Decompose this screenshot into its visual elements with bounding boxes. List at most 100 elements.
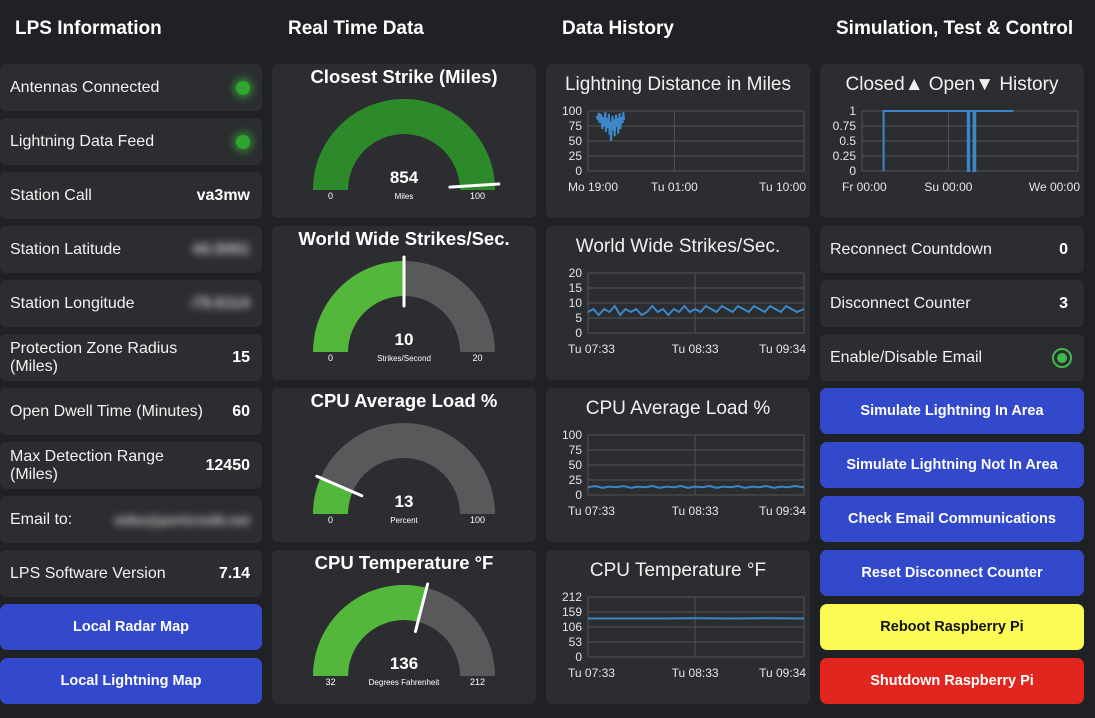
- gauge-value: 10: [395, 330, 414, 349]
- y-tick-label: 0: [849, 164, 856, 178]
- gauge-fill: [313, 261, 404, 352]
- cpu-load-gauge: 13 Percent 0 100: [313, 423, 495, 525]
- x-tick-label: Tu 07:33: [568, 342, 615, 356]
- gauge-min-label: 0: [328, 353, 333, 363]
- protection-zone-radius-label: Protection Zone Radius (Miles): [10, 339, 178, 375]
- y-tick-label: 75: [569, 443, 583, 457]
- disconnect-counter-label: Disconnect Counter: [830, 294, 971, 312]
- disconnect-counter-row: Disconnect Counter 3: [820, 280, 1084, 327]
- gauge-value: 13: [395, 492, 414, 511]
- x-tick-label: Tu 09:34: [759, 504, 806, 518]
- gauge-card-cpu-load: CPU Average Load % 13 Percent 0 100: [272, 388, 536, 542]
- software-version-label: LPS Software Version: [10, 564, 166, 582]
- y-tick-label: 159: [562, 605, 582, 619]
- max-detection-range-label: Max Detection Range (Miles): [10, 447, 164, 483]
- y-tick-label: 100: [562, 104, 582, 118]
- chart-card-closed-open-history: Closed▲ Open▼ History 1 0.75 0.5 0.25 0 Fr 00…: [820, 64, 1084, 218]
- cpu-temperature-gauge: 136 Degrees Fahrenheit 32 212: [313, 582, 495, 687]
- reset-disconnect-counter-button[interactable]: Reset Disconnect Counter: [820, 550, 1084, 596]
- gauge-min-label: 32: [325, 677, 335, 687]
- y-tick-label: 0: [575, 650, 582, 664]
- y-tick-label: 1: [849, 104, 856, 118]
- check-email-communications-button[interactable]: Check Email Communications: [820, 496, 1084, 542]
- chart-card-cpu-load: CPU Average Load % 100 75 50 25 0 Tu 07:33 Tu …: [546, 388, 810, 542]
- email-to-row: Email to: mike@portcredit.net: [0, 496, 262, 543]
- series-line: [587, 484, 805, 489]
- column-header-data-history: Data History: [562, 18, 674, 39]
- chart-card-cpu-temperature: CPU Temperature °F 212 159 106 53 0 Tu 07:33 T…: [546, 550, 810, 704]
- email-toggle-radio[interactable]: [1052, 347, 1072, 368]
- gauge-value: 854: [390, 168, 419, 187]
- station-longitude-value: -79.6114: [187, 294, 250, 312]
- y-tick-label: 5: [575, 311, 582, 325]
- y-tick-label: 0: [575, 488, 582, 502]
- y-tick-label: 0.75: [833, 119, 857, 133]
- gauge-value: 136: [390, 654, 418, 673]
- shutdown-raspberry-pi-button[interactable]: Shutdown Raspberry Pi: [820, 658, 1084, 704]
- x-tick-label: Su 00:00: [924, 180, 972, 194]
- simulate-lightning-not-in-area-button[interactable]: Simulate Lightning Not In Area: [820, 442, 1084, 488]
- x-tick-label: Tu 08:33: [672, 666, 719, 680]
- y-tick-label: 212: [562, 590, 582, 604]
- station-latitude-label: Station Latitude: [10, 240, 122, 258]
- y-tick-label: 50: [569, 134, 583, 148]
- gauge-card-world-wide-strikes: World Wide Strikes/Sec. 10 Strikes/Second…: [272, 226, 536, 380]
- gauge-min-label: 0: [328, 191, 333, 201]
- reconnect-countdown-value: 0: [1059, 240, 1068, 258]
- gauge-max-label: 212: [470, 677, 485, 687]
- reconnect-countdown-label: Reconnect Countdown: [830, 240, 992, 258]
- column-header-real-time-data: Real Time Data: [288, 18, 424, 39]
- y-tick-label: 53: [569, 635, 583, 649]
- gauge-unit: Strikes/Second: [377, 354, 431, 363]
- x-tick-label: Tu 07:33: [568, 666, 615, 680]
- protection-zone-radius-value: 15: [232, 348, 250, 366]
- simulate-lightning-in-area-button[interactable]: Simulate Lightning In Area: [820, 388, 1084, 434]
- x-tick-label: We 00:00: [1029, 180, 1080, 194]
- x-tick-label: Fr 00:00: [842, 180, 887, 194]
- cpu-load-chart: 1007550250 Tu 07:33 Tu 08:33 Tu 09:34: [562, 428, 806, 518]
- local-radar-map-button[interactable]: Local Radar Map: [0, 604, 262, 650]
- column-header-simulation-test-control: Simulation, Test & Control: [836, 18, 1074, 39]
- x-tick-label: Tu 08:33: [672, 342, 719, 356]
- station-longitude-row: Station Longitude -79.6114: [0, 280, 262, 327]
- x-tick-label: Mo 19:00: [568, 180, 618, 194]
- x-tick-label: Tu 09:34: [759, 666, 806, 680]
- station-longitude-label: Station Longitude: [10, 294, 135, 312]
- enable-disable-email-row: Enable/Disable Email: [820, 334, 1084, 381]
- series-line: [595, 112, 625, 142]
- gauge-unit: Miles: [395, 192, 414, 201]
- chart-card-lightning-distance: Lightning Distance in Miles 100 75 50 25 0 Mo…: [546, 64, 810, 218]
- lightning-distance-chart: 1007550250 Mo 19:00 Tu 01:00 Tu 10:00: [562, 104, 806, 194]
- y-tick-label: 10: [569, 296, 583, 310]
- gauge-unit: Percent: [390, 516, 418, 525]
- station-latitude-row: Station Latitude 44.5061: [0, 226, 262, 273]
- column-header-lps-information: LPS Information: [15, 18, 162, 39]
- gauge-max-label: 100: [470, 515, 485, 525]
- station-call-row: Station Call va3mw: [0, 172, 262, 219]
- x-tick-label: Tu 08:33: [672, 504, 719, 518]
- world-wide-strikes-chart: 20151050 Tu 07:33 Tu 08:33 Tu 09:34: [568, 266, 806, 356]
- enable-disable-email-label: Enable/Disable Email: [830, 348, 983, 366]
- y-tick-label: 50: [569, 458, 583, 472]
- gauge-max-label: 20: [472, 353, 482, 363]
- y-tick-label: 0.25: [833, 149, 857, 163]
- lightning-data-feed-label: Lightning Data Feed: [10, 132, 155, 150]
- chart-card-world-wide-strikes: World Wide Strikes/Sec. 20 15 10 5 0 Tu 07:33…: [546, 226, 810, 380]
- y-tick-label: 106: [562, 620, 582, 634]
- y-tick-label: 20: [569, 266, 583, 280]
- max-detection-range-row: Max Detection Range (Miles) 12450: [0, 442, 262, 489]
- local-lightning-map-button[interactable]: Local Lightning Map: [0, 658, 262, 704]
- gauge-card-closest-strike: Closest Strike (Miles) 854 Miles 0 100: [272, 64, 536, 218]
- toggle-dot-icon: [1057, 352, 1067, 363]
- gauge-max-label: 100: [470, 191, 485, 201]
- x-tick-label: Tu 10:00: [759, 180, 806, 194]
- reboot-raspberry-pi-button[interactable]: Reboot Raspberry Pi: [820, 604, 1084, 650]
- y-tick-label: 25: [569, 473, 583, 487]
- reconnect-countdown-row: Reconnect Countdown 0: [820, 226, 1084, 273]
- series-line: [587, 304, 805, 317]
- email-to-label: Email to:: [10, 510, 73, 528]
- open-dwell-time-row: Open Dwell Time (Minutes) 60: [0, 388, 262, 435]
- open-dwell-time-label: Open Dwell Time (Minutes): [10, 402, 203, 420]
- station-call-value: va3mw: [196, 186, 250, 204]
- y-tick-label: 0: [575, 164, 582, 178]
